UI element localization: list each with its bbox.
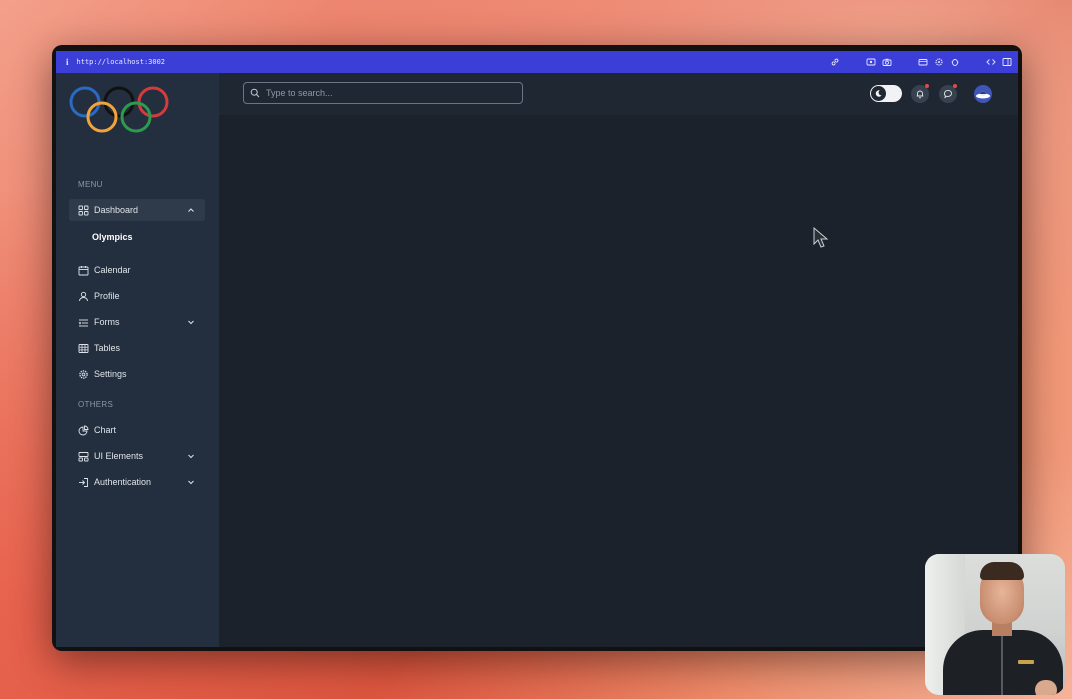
mouse-cursor xyxy=(813,226,829,254)
olympic-rings-logo[interactable] xyxy=(68,85,172,140)
messages-button[interactable] xyxy=(939,84,957,103)
link-icon[interactable] xyxy=(830,57,840,67)
search-box[interactable] xyxy=(243,82,523,104)
chevron-down-icon xyxy=(187,452,195,460)
calendar-icon xyxy=(78,265,89,276)
chevron-up-icon xyxy=(187,206,195,214)
sidebar-item-forms[interactable]: Forms xyxy=(69,311,205,333)
sidebar-item-tables[interactable]: Tables xyxy=(69,337,205,359)
sidebar-item-label: Dashboard xyxy=(94,205,139,215)
sidebar-item-label: Chart xyxy=(94,425,117,435)
sidebar-item-label: Authentication xyxy=(94,477,152,487)
table-icon xyxy=(78,343,89,354)
search-icon xyxy=(250,88,260,98)
layout-icon xyxy=(78,451,89,462)
notification-dot xyxy=(925,84,929,88)
sidebar-item-authentication[interactable]: Authentication xyxy=(69,471,205,493)
search-input[interactable] xyxy=(264,87,508,99)
sidebar-item-label: Profile xyxy=(94,291,120,301)
sidebar-item-label: Tables xyxy=(94,343,121,353)
code-icon[interactable] xyxy=(986,57,996,67)
url-text[interactable]: http://localhost:3002 xyxy=(77,58,166,66)
moon-icon xyxy=(871,86,886,101)
sidebar-item-ui-elements[interactable]: UI Elements xyxy=(69,445,205,467)
bell-icon xyxy=(916,90,924,99)
sidebar-item-calendar[interactable]: Calendar xyxy=(69,259,205,281)
sidebar-item-profile[interactable]: Profile xyxy=(69,285,205,307)
sidebar-item-label: Settings xyxy=(94,369,127,379)
webcam-overlay xyxy=(925,554,1065,695)
chevron-down-icon xyxy=(187,478,195,486)
address-bar[interactable]: i http://localhost:3002 xyxy=(56,51,1018,73)
screen-record-icon[interactable] xyxy=(866,57,876,67)
menu-heading: MENU xyxy=(78,180,103,189)
sidebar-item-chart[interactable]: Chart xyxy=(69,419,205,441)
notifications-button[interactable] xyxy=(911,84,929,103)
sidebar-item-dashboard[interactable]: Dashboard xyxy=(69,199,205,221)
sidebar-item-label: Calendar xyxy=(94,265,131,275)
login-icon xyxy=(78,477,89,488)
pie-chart-icon xyxy=(78,425,89,436)
message-dot xyxy=(953,84,957,88)
sidebar-item-label: Forms xyxy=(94,317,120,327)
main-content xyxy=(219,73,1018,647)
sidebar: MENU Dashboard Olympics Calendar Profile… xyxy=(56,73,219,647)
grid-icon xyxy=(78,205,89,216)
forms-icon xyxy=(78,317,89,328)
sidebar-item-label: UI Elements xyxy=(94,451,144,461)
gear-icon xyxy=(78,369,89,380)
dark-mode-toggle[interactable] xyxy=(870,85,902,102)
gear-icon[interactable] xyxy=(934,57,944,67)
sidebar-subitem-olympics[interactable]: Olympics xyxy=(92,232,133,242)
others-heading: OTHERS xyxy=(78,400,114,409)
chevron-down-icon xyxy=(187,318,195,326)
user-icon xyxy=(78,291,89,302)
browser-window: i http://localhost:3002 MENU Dashboard O… xyxy=(52,45,1022,651)
top-header xyxy=(219,73,1018,115)
camera-icon[interactable] xyxy=(882,57,892,67)
bug-icon[interactable] xyxy=(950,57,960,67)
avatar[interactable] xyxy=(974,85,992,103)
info-icon[interactable]: i xyxy=(66,57,69,67)
browser-toolbar xyxy=(830,57,1012,67)
sidebar-toggle-icon[interactable] xyxy=(1002,57,1012,67)
sidebar-item-settings[interactable]: Settings xyxy=(69,363,205,385)
chat-icon xyxy=(944,89,952,99)
app: MENU Dashboard Olympics Calendar Profile… xyxy=(56,73,1018,647)
card-icon[interactable] xyxy=(918,57,928,67)
